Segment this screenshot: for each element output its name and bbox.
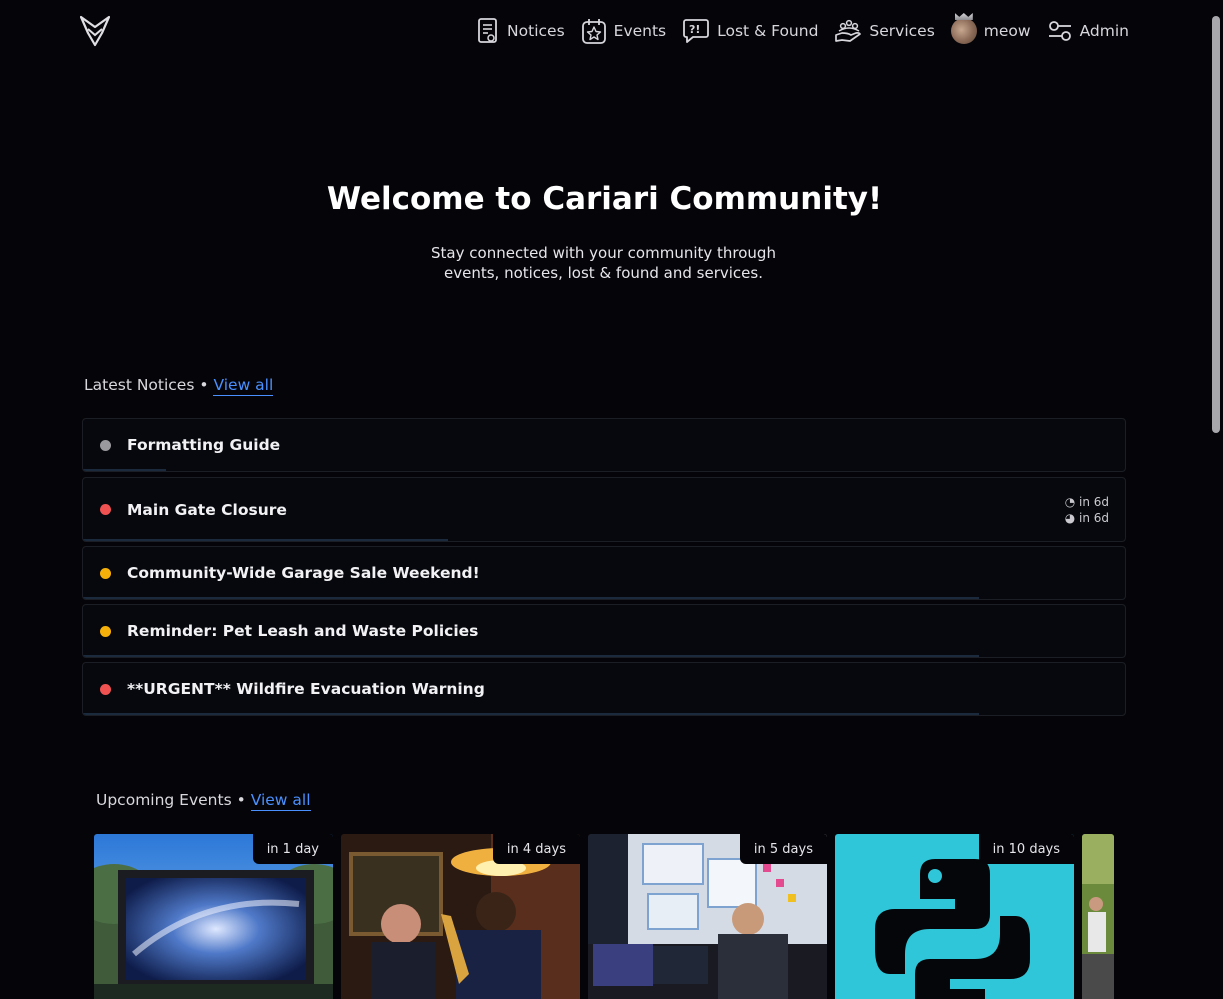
notice-board-icon	[478, 18, 497, 43]
notice-item[interactable]: Community-Wide Garage Sale Weekend!	[82, 546, 1126, 600]
nav-admin-label: Admin	[1079, 22, 1129, 40]
notice-progress-bar	[83, 597, 980, 599]
nav-events-label: Events	[613, 22, 667, 40]
nav-profile[interactable]: meow	[950, 18, 1031, 44]
nav-notices[interactable]: Notices	[476, 17, 565, 45]
notice-title: Formatting Guide	[127, 436, 281, 454]
notices-heading: Latest Notices	[84, 376, 195, 394]
notices-section-title: Latest Notices • View all	[84, 376, 274, 396]
nav-admin[interactable]: Admin	[1047, 18, 1129, 44]
notice-progress-bar	[83, 539, 448, 541]
notice-title: **URGENT** Wildfire Evacuation Warning	[127, 680, 485, 698]
notice-status-dot	[100, 567, 111, 579]
event-card[interactable]: in 5 days	[588, 834, 827, 999]
question-bubble-icon: ?!	[683, 19, 710, 43]
notice-start-time: ◔ in 6d	[1064, 495, 1109, 509]
hand-service-icon	[835, 19, 862, 42]
nav-services[interactable]: Services	[834, 17, 935, 45]
runners-race-image	[1082, 834, 1114, 999]
events-view-all-link[interactable]: View all	[250, 791, 311, 811]
notice-item[interactable]: Reminder: Pet Leash and Waste Policies	[82, 604, 1126, 658]
nav-services-label: Services	[869, 22, 935, 40]
logo[interactable]	[79, 15, 112, 47]
event-card[interactable]: in 4 days	[341, 834, 580, 999]
user-avatar	[950, 18, 977, 44]
calendar-star-icon	[581, 19, 606, 44]
notice-status-dot	[100, 504, 111, 515]
hero-title: Welcome to Cariari Community!	[326, 181, 883, 217]
notice-item[interactable]: Main Gate Closure ◔ in 6d ◕ in 6d	[82, 477, 1126, 542]
notice-title: Community-Wide Garage Sale Weekend!	[127, 564, 480, 582]
notice-status-dot	[100, 439, 111, 451]
notice-progress-bar	[83, 655, 980, 657]
main-nav: Notices Events ?! Lost & Found Services …	[460, 15, 1129, 47]
nav-notices-label: Notices	[507, 22, 565, 40]
nav-lost-found-label: Lost & Found	[717, 22, 819, 40]
notice-progress-bar	[83, 469, 167, 471]
nav-events[interactable]: Events	[581, 17, 666, 45]
notice-end-time: ◕ in 6d	[1064, 511, 1109, 525]
nav-lost-found[interactable]: ?! Lost & Found	[682, 17, 818, 45]
events-heading: Upcoming Events	[96, 791, 232, 809]
event-countdown-badge: in 4 days	[492, 834, 580, 864]
event-countdown-badge: in 5 days	[739, 834, 827, 864]
event-card[interactable]: in 1 day	[94, 834, 333, 999]
notice-status-dot	[100, 683, 111, 695]
notice-title: Reminder: Pet Leash and Waste Policies	[127, 622, 479, 640]
sliders-icon	[1048, 21, 1071, 41]
hero-subtitle: Stay connected with your community throu…	[431, 244, 776, 282]
notice-status-dot	[100, 625, 111, 637]
notice-title: Main Gate Closure	[127, 500, 287, 519]
events-carousel: in 1 day in 4 days in 5 days in 10 days	[94, 834, 1114, 999]
svg-text:?!: ?!	[689, 23, 700, 36]
notices-separator: •	[199, 376, 209, 394]
events-section-title: Upcoming Events • View all	[96, 791, 311, 811]
notice-progress-bar	[83, 713, 980, 715]
event-card[interactable]	[1082, 834, 1114, 999]
logo-icon	[79, 15, 111, 47]
scrollbar-thumb[interactable]	[1212, 16, 1220, 433]
event-card[interactable]: in 10 days	[835, 834, 1074, 999]
nav-profile-label: meow	[983, 22, 1031, 40]
event-countdown-badge: in 1 day	[252, 834, 333, 864]
event-countdown-badge: in 10 days	[978, 834, 1074, 864]
notice-timing: ◔ in 6d ◕ in 6d	[1065, 494, 1109, 526]
notice-item[interactable]: **URGENT** Wildfire Evacuation Warning	[82, 662, 1126, 716]
notice-item[interactable]: Formatting Guide	[82, 418, 1126, 472]
notices-view-all-link[interactable]: View all	[213, 376, 274, 396]
events-separator: •	[236, 791, 246, 809]
scrollbar-track[interactable]	[1209, 0, 1223, 999]
